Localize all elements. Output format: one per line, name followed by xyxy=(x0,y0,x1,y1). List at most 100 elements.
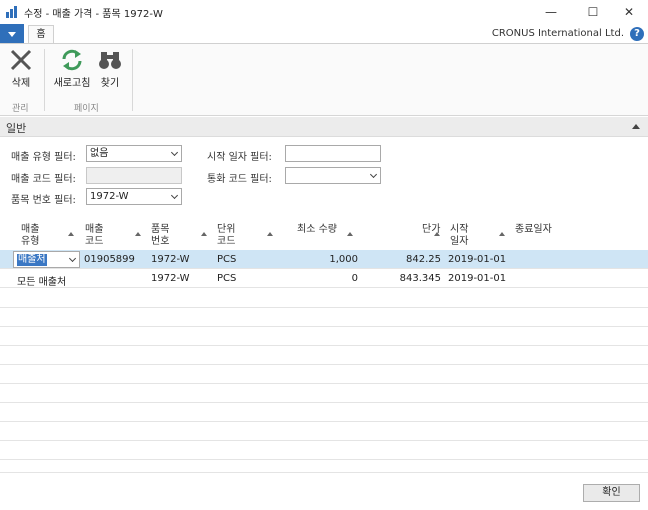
empty-row-line xyxy=(0,421,648,422)
chevron-down-icon xyxy=(170,148,179,157)
currency-filter-label: 통화 코드 필터: xyxy=(207,174,272,185)
refresh-label: 새로고침 xyxy=(53,78,91,89)
header-line: 번호 xyxy=(151,236,170,247)
column-header-start-date[interactable]: 시작 일자 xyxy=(450,224,468,248)
chevron-down-icon xyxy=(369,170,378,179)
column-header-min-qty[interactable]: 최소 수량 xyxy=(297,224,337,236)
company-name: CRONUS International Ltd. xyxy=(491,28,624,39)
sales-code-filter-label: 매출 코드 필터: xyxy=(11,174,76,185)
empty-row-line xyxy=(0,326,648,327)
column-header-end-date[interactable]: 종료일자 xyxy=(515,224,552,236)
column-header-sales-type[interactable]: 매출 유형 xyxy=(21,224,39,248)
minimize-button[interactable]: — xyxy=(532,0,570,24)
unit-price-cell: 843.345 xyxy=(399,273,441,284)
empty-row-line xyxy=(0,459,648,460)
sales-code-cell: 01905899 xyxy=(84,254,135,265)
uom-cell: PCS xyxy=(217,254,237,265)
chevron-down-icon xyxy=(170,191,179,200)
chevron-down-icon[interactable] xyxy=(68,254,77,263)
column-header-sales-code[interactable]: 매출 코드 xyxy=(85,224,103,248)
close-icon: ✕ xyxy=(623,5,635,19)
maximize-icon: ☐ xyxy=(587,5,599,19)
item-no-filter-label: 품목 번호 필터: xyxy=(11,195,76,206)
start-date-filter-label: 시작 일자 필터: xyxy=(207,152,272,163)
sales-type-value: 매출처 xyxy=(17,254,47,266)
app-chart-icon xyxy=(6,6,17,18)
collapse-arrow-icon[interactable] xyxy=(632,124,640,129)
sort-arrow-icon xyxy=(135,232,141,236)
delete-button[interactable]: 삭제 xyxy=(6,48,36,89)
ok-button[interactable]: 확인 xyxy=(583,484,640,502)
group-label-page: 페이지 xyxy=(74,104,99,114)
start-date-cell: 2019-01-01 xyxy=(448,273,507,284)
item-no-filter-value: 1972-W xyxy=(90,191,129,202)
find-label: 찾기 xyxy=(100,78,120,89)
item-no-cell: 1972-W xyxy=(151,254,190,265)
sort-arrow-icon xyxy=(68,232,74,236)
empty-row-line xyxy=(0,345,648,346)
binoculars-icon xyxy=(99,52,121,69)
header-line: 일자 xyxy=(450,236,469,247)
min-qty-cell: 0 xyxy=(351,273,358,284)
close-button[interactable]: ✕ xyxy=(610,0,648,24)
header-line: 품목 xyxy=(151,224,170,235)
empty-row-line xyxy=(0,402,648,403)
app-menu-button[interactable] xyxy=(0,24,24,44)
header-line: 단위 xyxy=(217,224,236,235)
ribbon: 삭제 관리 새로고침 찾기 페이지 xyxy=(0,43,648,116)
start-date-filter-input[interactable] xyxy=(285,145,381,162)
sales-type-cell-editor[interactable]: 매출처 xyxy=(13,251,80,268)
header-line: 코드 xyxy=(217,236,236,247)
sort-arrow-icon xyxy=(267,232,273,236)
refresh-button[interactable]: 새로고침 xyxy=(50,48,94,89)
tab-home[interactable]: 홈 xyxy=(28,25,54,45)
table-row[interactable]: 모든 매출처 1972-W PCS 0 843.345 2019-01-01 xyxy=(0,269,648,288)
dropdown-arrow-icon xyxy=(8,31,16,37)
minimize-icon: — xyxy=(545,5,557,19)
header-line: 시작 xyxy=(450,224,469,235)
section-title: 일반 xyxy=(6,122,27,135)
group-separator xyxy=(44,49,45,111)
sort-arrow-icon xyxy=(201,232,207,236)
title-bar: 수정 - 매출 가격 - 품목 1972-W — ☐ ✕ xyxy=(0,0,648,24)
header-line: 매출 xyxy=(85,224,104,235)
price-grid: 매출 유형 매출 코드 품목 번호 단위 코드 최소 수량 단가 시작 일자 종… xyxy=(0,220,648,475)
general-section-header[interactable]: 일반 xyxy=(0,117,648,137)
column-header-item-no[interactable]: 품목 번호 xyxy=(151,224,169,248)
empty-row-line xyxy=(0,383,648,384)
currency-filter-select[interactable] xyxy=(285,167,381,184)
ribbon-tab-row: 홈 CRONUS International Ltd. ? xyxy=(0,24,648,45)
delete-x-icon xyxy=(10,49,32,71)
delete-label: 삭제 xyxy=(11,78,31,89)
find-button[interactable]: 찾기 xyxy=(97,48,123,89)
maximize-button[interactable]: ☐ xyxy=(574,0,612,24)
sales-code-filter-input[interactable] xyxy=(86,167,182,184)
empty-row-line xyxy=(0,364,648,365)
item-no-filter-select[interactable]: 1972-W xyxy=(86,188,182,205)
start-date-cell: 2019-01-01 xyxy=(448,254,507,265)
dialog-window: 수정 - 매출 가격 - 품목 1972-W — ☐ ✕ 홈 CRONUS In… xyxy=(0,0,648,510)
group-label-manage: 관리 xyxy=(12,104,29,114)
empty-row-line xyxy=(0,307,648,308)
refresh-icon xyxy=(62,49,82,71)
item-no-cell: 1972-W xyxy=(151,273,190,284)
sales-type-filter-select[interactable]: 없음 xyxy=(86,145,182,162)
sort-arrow-icon xyxy=(499,232,505,236)
header-line: 매출 xyxy=(21,224,40,235)
sort-arrow-icon xyxy=(434,232,440,236)
help-icon[interactable]: ? xyxy=(630,27,644,41)
header-line: 유형 xyxy=(21,236,40,247)
column-header-uom[interactable]: 단위 코드 xyxy=(217,224,235,248)
unit-price-cell: 842.25 xyxy=(406,254,441,265)
sales-type-filter-label: 매출 유형 필터: xyxy=(11,152,76,163)
grid-bottom-line xyxy=(0,472,648,473)
sales-type-cell: 모든 매출처 xyxy=(17,277,67,288)
min-qty-cell: 1,000 xyxy=(329,254,358,265)
empty-row-line xyxy=(0,440,648,441)
uom-cell: PCS xyxy=(217,273,237,284)
window-title: 수정 - 매출 가격 - 품목 1972-W xyxy=(24,9,163,20)
sales-type-filter-value: 없음 xyxy=(90,148,109,159)
group-separator xyxy=(132,49,133,111)
table-row[interactable]: 매출처 01905899 1972-W PCS 1,000 842.25 201… xyxy=(0,250,648,269)
header-line: 코드 xyxy=(85,236,104,247)
